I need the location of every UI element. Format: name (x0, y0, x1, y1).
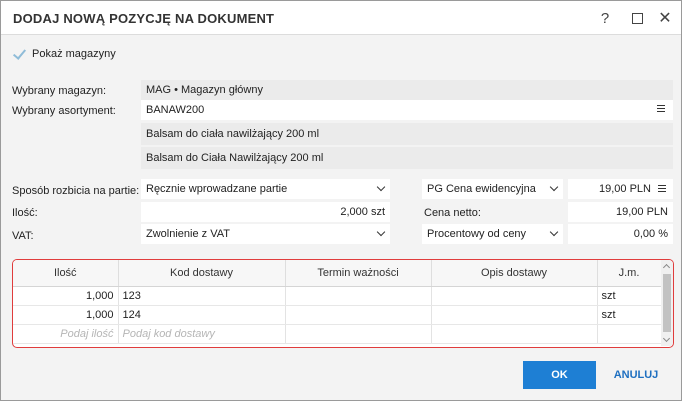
cell-qty[interactable]: 1,000 (13, 305, 119, 325)
discount-type-select[interactable]: Procentowy od ceny (422, 224, 563, 244)
new-desc-cell[interactable] (431, 324, 598, 344)
price-amount: 19,00 PLN (599, 183, 651, 195)
scroll-up-icon[interactable] (662, 263, 671, 272)
batch-split-value: Ręcznie wprowadzane partie (146, 183, 288, 195)
price-type-select[interactable]: PG Cena ewidencyjna (422, 179, 563, 199)
cell-desc[interactable] (431, 305, 598, 325)
dialog-title: DODAJ NOWĄ POZYCJĘ NA DOKUMENT (13, 11, 275, 26)
grid-scrollbar[interactable] (661, 260, 673, 346)
grid-header-row: Ilość Kod dostawy Termin ważności Opis d… (13, 260, 662, 287)
batch-split-select[interactable]: Ręcznie wprowadzane partie (141, 179, 390, 199)
discount-amount: 0,00 % (633, 228, 668, 240)
column-header-qty[interactable]: Ilość (13, 260, 119, 287)
add-position-dialog: DODAJ NOWĄ POZYCJĘ NA DOKUMENT ? ✕ Pokaż… (0, 0, 682, 401)
cell-qty[interactable]: 1,000 (13, 286, 119, 306)
batch-split-label: Sposób rozbicia na partie: (12, 185, 140, 197)
show-warehouses-checkbox[interactable]: Pokaż magazyny (12, 45, 116, 63)
new-code-input[interactable]: Podaj kod dostawy (118, 324, 286, 344)
menu-icon[interactable] (654, 103, 668, 114)
table-row[interactable]: 1,000 123 szt (13, 286, 662, 306)
vat-value: Zwolnienie z VAT (146, 228, 230, 240)
cell-unit[interactable]: szt (597, 286, 662, 306)
new-expiry-cell[interactable] (285, 324, 432, 344)
column-header-code[interactable]: Kod dostawy (118, 260, 286, 287)
assortment-fullname-field: Balsam do Ciała Nawilżający 200 ml (141, 147, 673, 169)
warehouse-label: Wybrany magazyn: (12, 85, 107, 97)
table-row[interactable]: 1,000 124 szt (13, 305, 662, 325)
column-header-desc[interactable]: Opis dostawy (431, 260, 598, 287)
quantity-value: 2,000 szt (340, 206, 385, 218)
scroll-thumb[interactable] (663, 274, 671, 332)
quantity-label: Ilość: (12, 207, 38, 219)
delivery-grid: Ilość Kod dostawy Termin ważności Opis d… (12, 259, 674, 348)
chevron-down-icon (549, 182, 559, 192)
vat-label: VAT: (12, 230, 34, 242)
cancel-button[interactable]: ANULUJ (605, 361, 667, 389)
chevron-down-icon (376, 227, 386, 237)
new-row[interactable]: Podaj ilość Podaj kod dostawy (13, 324, 662, 344)
net-price-value: 19,00 PLN (616, 206, 668, 218)
scroll-down-icon[interactable] (662, 334, 671, 343)
cell-code[interactable]: 124 (118, 305, 286, 325)
net-price-input[interactable]: 19,00 PLN (568, 202, 673, 222)
close-icon[interactable]: ✕ (654, 7, 676, 29)
cell-unit[interactable]: szt (597, 305, 662, 325)
quantity-input[interactable]: 2,000 szt (141, 202, 390, 222)
cell-expiry[interactable] (285, 305, 432, 325)
price-type-value: PG Cena ewidencyjna (427, 183, 536, 195)
assortment-fullname: Balsam do Ciała Nawilżający 200 ml (146, 152, 324, 164)
vat-select[interactable]: Zwolnienie z VAT (141, 224, 390, 244)
warehouse-field: MAG • Magazyn główny (141, 80, 673, 100)
column-header-expiry[interactable]: Termin ważności (285, 260, 432, 287)
new-unit-cell[interactable] (597, 324, 662, 344)
assortment-name-field: Balsam do ciała nawilżający 200 ml (141, 123, 673, 145)
title-bar: DODAJ NOWĄ POZYCJĘ NA DOKUMENT ? ✕ (1, 1, 681, 35)
ok-button[interactable]: OK (523, 361, 596, 389)
column-header-unit[interactable]: J.m. (597, 260, 662, 287)
checkmark-icon (12, 47, 26, 61)
price-amount-field[interactable]: 19,00 PLN (568, 179, 673, 199)
discount-type-value: Procentowy od ceny (427, 228, 527, 240)
cell-expiry[interactable] (285, 286, 432, 306)
chevron-down-icon (549, 227, 559, 237)
chevron-down-icon (376, 182, 386, 192)
show-warehouses-label: Pokaż magazyny (32, 48, 116, 60)
assortment-label: Wybrany asortyment: (12, 105, 116, 117)
assortment-name: Balsam do ciała nawilżający 200 ml (146, 128, 320, 140)
cell-desc[interactable] (431, 286, 598, 306)
delivery-table: Ilość Kod dostawy Termin ważności Opis d… (13, 260, 662, 344)
help-icon[interactable]: ? (594, 7, 616, 29)
assortment-code: BANAW200 (146, 104, 205, 116)
warehouse-value: MAG • Magazyn główny (146, 84, 263, 96)
maximize-icon[interactable] (626, 7, 648, 29)
assortment-code-field[interactable]: BANAW200 (141, 100, 673, 120)
new-qty-input[interactable]: Podaj ilość (13, 324, 119, 344)
cell-code[interactable]: 123 (118, 286, 286, 306)
menu-icon[interactable] (655, 183, 669, 194)
discount-amount-input[interactable]: 0,00 % (568, 224, 673, 244)
net-price-label: Cena netto: (424, 207, 481, 219)
